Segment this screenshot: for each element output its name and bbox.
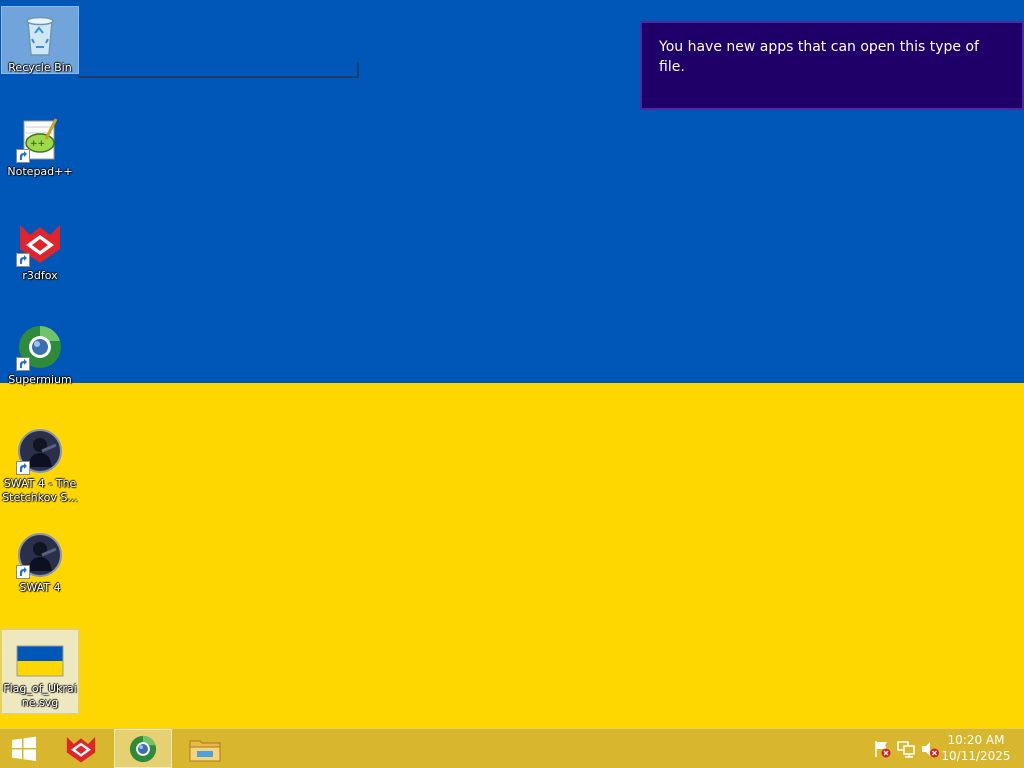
desktop-icon-label: SWAT 4	[19, 581, 61, 594]
taskbar-supermium-button[interactable]	[114, 729, 172, 768]
desktop-icon-notepad-plus-plus[interactable]: ++ Notepad++	[1, 111, 79, 179]
desktop-icon-label: Recycle Bin	[8, 61, 72, 74]
selection-rectangle-remnant	[78, 62, 359, 78]
desktop-icon-r3dfox[interactable]: r3dfox	[1, 215, 79, 283]
clock-date: 10/11/2025	[941, 749, 1011, 763]
desktop-icon-label: r3dfox	[22, 269, 58, 282]
swat4-icon	[16, 531, 64, 579]
ukraine-flag-file-icon	[16, 642, 64, 680]
desktop[interactable]: Recycle Bin ++ Notepad++ r3dfox Supermiu…	[0, 0, 1024, 768]
taskbar-clock[interactable]: 10:20 AM 10/11/2025	[940, 732, 1012, 764]
notepad-plus-plus-icon: ++	[16, 115, 64, 163]
clock-time: 10:20 AM	[947, 733, 1005, 747]
start-button[interactable]	[0, 729, 48, 768]
new-apps-notification[interactable]: You have new apps that can open this typ…	[640, 21, 1024, 110]
recycle-bin-icon	[16, 11, 64, 59]
action-center-flag-icon[interactable]	[872, 739, 892, 759]
desktop-icon-label: SWAT 4 - The Stetchkov S...	[2, 477, 78, 504]
swat4-icon	[16, 427, 64, 475]
desktop-icon-label: Notepad++	[7, 165, 73, 178]
desktop-icon-swat4[interactable]: SWAT 4	[1, 527, 79, 595]
desktop-icon-label: Flag_of_Ukraine.svg	[3, 682, 77, 709]
svg-text:++: ++	[30, 139, 45, 149]
shortcut-arrow-icon	[16, 149, 30, 163]
taskbar-file-explorer-button[interactable]	[176, 729, 234, 768]
notification-message: You have new apps that can open this typ…	[659, 39, 979, 75]
desktop-icon-flag-file[interactable]: Flag_of_Ukraine.svg	[1, 629, 79, 714]
shortcut-arrow-icon	[16, 461, 30, 475]
volume-muted-icon[interactable]	[920, 739, 940, 759]
windows-logo-icon	[12, 736, 36, 761]
desktop-icon-recycle-bin[interactable]: Recycle Bin	[1, 6, 79, 74]
system-tray	[872, 729, 944, 768]
shortcut-arrow-icon	[16, 253, 30, 267]
supermium-icon	[129, 735, 157, 762]
network-icon[interactable]	[896, 739, 916, 759]
taskbar-r3dfox-button[interactable]	[52, 729, 110, 768]
r3dfox-icon	[66, 736, 96, 762]
r3dfox-icon	[16, 219, 64, 267]
desktop-icon-supermium[interactable]: Supermium	[1, 319, 79, 387]
wallpaper-yellow-band	[0, 383, 1024, 768]
desktop-icon-label: Supermium	[8, 373, 72, 386]
file-explorer-icon	[189, 740, 221, 761]
shortcut-arrow-icon	[16, 357, 30, 371]
shortcut-arrow-icon	[16, 565, 30, 579]
taskbar: 10:20 AM 10/11/2025	[0, 728, 1024, 768]
desktop-icon-swat4-stetchkov[interactable]: SWAT 4 - The Stetchkov S...	[1, 423, 79, 505]
supermium-icon	[16, 323, 64, 371]
